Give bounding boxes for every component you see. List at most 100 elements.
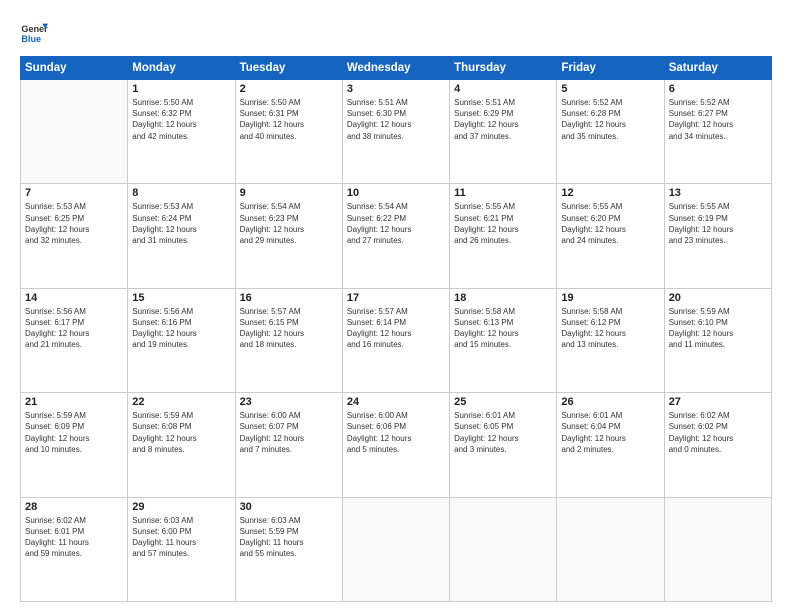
calendar-cell: 25Sunrise: 6:01 AM Sunset: 6:05 PM Dayli…	[450, 393, 557, 497]
day-number: 6	[669, 83, 767, 95]
day-number: 28	[25, 501, 123, 513]
calendar-cell: 10 Sunrise: 5:54 AM Sunset: 6:22 PM Dayli…	[342, 184, 449, 288]
calendar-cell: 3 Sunrise: 5:51 AM Sunset: 6:30 PM Daylig…	[342, 80, 449, 184]
day-info: Sunrise: 5:55 AM Sunset: 6:19 PM Dayligh…	[669, 201, 767, 246]
weekday-header-thursday: Thursday	[450, 57, 557, 80]
day-number: 3	[347, 83, 445, 95]
day-number: 26	[561, 396, 659, 408]
day-number: 2	[240, 83, 338, 95]
calendar-cell: 8Sunrise: 5:53 AM Sunset: 6:24 PM Daylig…	[128, 184, 235, 288]
day-info: Sunrise: 5:51 AM Sunset: 6:30 PM Dayligh…	[347, 97, 445, 142]
day-info: Sunrise: 5:52 AM Sunset: 6:28 PM Dayligh…	[561, 97, 659, 142]
day-number: 11	[454, 187, 552, 199]
day-number: 30	[240, 501, 338, 513]
day-info: Sunrise: 5:57 AM Sunset: 6:15 PM Dayligh…	[240, 306, 338, 351]
header: General Blue	[20, 18, 772, 46]
calendar-cell: 21 Sunrise: 5:59 AM Sunset: 6:09 PM Dayli…	[21, 393, 128, 497]
day-number: 22	[132, 396, 230, 408]
day-number: 4	[454, 83, 552, 95]
day-number: 21	[25, 396, 123, 408]
day-number: 7	[25, 187, 123, 199]
day-info: Sunrise: 5:56 AM Sunset: 6:17 PM Dayligh…	[25, 306, 123, 351]
day-number: 29	[132, 501, 230, 513]
day-info: Sunrise: 5:52 AM Sunset: 6:27 PM Dayligh…	[669, 97, 767, 142]
day-number: 20	[669, 292, 767, 304]
calendar-cell: 5 Sunrise: 5:52 AM Sunset: 6:28 PM Daylig…	[557, 80, 664, 184]
day-info: Sunrise: 5:50 AM Sunset: 6:31 PM Dayligh…	[240, 97, 338, 142]
day-number: 10	[347, 187, 445, 199]
day-number: 27	[669, 396, 767, 408]
calendar-cell: 30 Sunrise: 6:03 AM Sunset: 5:59 PM Dayli…	[235, 497, 342, 601]
day-number: 17	[347, 292, 445, 304]
calendar-week-5: 28 Sunrise: 6:02 AM Sunset: 6:01 PM Dayli…	[21, 497, 772, 601]
calendar-cell: 14 Sunrise: 5:56 AM Sunset: 6:17 PM Dayli…	[21, 288, 128, 392]
calendar-cell: 19Sunrise: 5:58 AM Sunset: 6:12 PM Dayli…	[557, 288, 664, 392]
weekday-header-tuesday: Tuesday	[235, 57, 342, 80]
day-info: Sunrise: 6:01 AM Sunset: 6:04 PM Dayligh…	[561, 410, 659, 455]
day-info: Sunrise: 5:55 AM Sunset: 6:21 PM Dayligh…	[454, 201, 552, 246]
calendar-cell: 1 Sunrise: 5:50 AM Sunset: 6:32 PM Daylig…	[128, 80, 235, 184]
calendar-cell: 6 Sunrise: 5:52 AM Sunset: 6:27 PM Daylig…	[664, 80, 771, 184]
day-info: Sunrise: 5:54 AM Sunset: 6:23 PM Dayligh…	[240, 201, 338, 246]
calendar-cell	[21, 80, 128, 184]
calendar-cell	[342, 497, 449, 601]
svg-text:Blue: Blue	[21, 34, 41, 44]
calendar-cell: 2 Sunrise: 5:50 AM Sunset: 6:31 PM Daylig…	[235, 80, 342, 184]
day-number: 19	[561, 292, 659, 304]
calendar-week-4: 21 Sunrise: 5:59 AM Sunset: 6:09 PM Dayli…	[21, 393, 772, 497]
calendar-week-3: 14 Sunrise: 5:56 AM Sunset: 6:17 PM Dayli…	[21, 288, 772, 392]
day-info: Sunrise: 5:55 AM Sunset: 6:20 PM Dayligh…	[561, 201, 659, 246]
calendar-header-row: SundayMondayTuesdayWednesdayThursdayFrid…	[21, 57, 772, 80]
calendar-cell: 13 Sunrise: 5:55 AM Sunset: 6:19 PM Dayli…	[664, 184, 771, 288]
day-info: Sunrise: 6:03 AM Sunset: 5:59 PM Dayligh…	[240, 515, 338, 560]
day-number: 18	[454, 292, 552, 304]
calendar-week-1: 1 Sunrise: 5:50 AM Sunset: 6:32 PM Daylig…	[21, 80, 772, 184]
calendar-cell: 18 Sunrise: 5:58 AM Sunset: 6:13 PM Dayli…	[450, 288, 557, 392]
calendar-cell: 26 Sunrise: 6:01 AM Sunset: 6:04 PM Dayli…	[557, 393, 664, 497]
page: General Blue SundayMondayTuesdayWednesda…	[0, 0, 792, 612]
day-number: 15	[132, 292, 230, 304]
day-info: Sunrise: 5:50 AM Sunset: 6:32 PM Dayligh…	[132, 97, 230, 142]
day-number: 25	[454, 396, 552, 408]
day-number: 16	[240, 292, 338, 304]
day-info: Sunrise: 5:59 AM Sunset: 6:09 PM Dayligh…	[25, 410, 123, 455]
calendar-cell: 12Sunrise: 5:55 AM Sunset: 6:20 PM Dayli…	[557, 184, 664, 288]
day-number: 23	[240, 396, 338, 408]
day-number: 13	[669, 187, 767, 199]
weekday-header-saturday: Saturday	[664, 57, 771, 80]
weekday-header-monday: Monday	[128, 57, 235, 80]
calendar-cell: 27 Sunrise: 6:02 AM Sunset: 6:02 PM Dayli…	[664, 393, 771, 497]
day-info: Sunrise: 5:53 AM Sunset: 6:24 PM Dayligh…	[132, 201, 230, 246]
calendar-cell: 23 Sunrise: 6:00 AM Sunset: 6:07 PM Dayli…	[235, 393, 342, 497]
calendar-cell	[450, 497, 557, 601]
logo-icon: General Blue	[20, 18, 48, 46]
day-info: Sunrise: 6:02 AM Sunset: 6:01 PM Dayligh…	[25, 515, 123, 560]
calendar-week-2: 7 Sunrise: 5:53 AM Sunset: 6:25 PM Daylig…	[21, 184, 772, 288]
day-info: Sunrise: 6:00 AM Sunset: 6:07 PM Dayligh…	[240, 410, 338, 455]
day-info: Sunrise: 5:53 AM Sunset: 6:25 PM Dayligh…	[25, 201, 123, 246]
day-number: 5	[561, 83, 659, 95]
day-info: Sunrise: 6:02 AM Sunset: 6:02 PM Dayligh…	[669, 410, 767, 455]
calendar-table: SundayMondayTuesdayWednesdayThursdayFrid…	[20, 56, 772, 602]
day-info: Sunrise: 5:59 AM Sunset: 6:08 PM Dayligh…	[132, 410, 230, 455]
day-info: Sunrise: 5:58 AM Sunset: 6:13 PM Dayligh…	[454, 306, 552, 351]
day-number: 14	[25, 292, 123, 304]
weekday-header-sunday: Sunday	[21, 57, 128, 80]
day-info: Sunrise: 5:54 AM Sunset: 6:22 PM Dayligh…	[347, 201, 445, 246]
calendar-cell: 11 Sunrise: 5:55 AM Sunset: 6:21 PM Dayli…	[450, 184, 557, 288]
calendar-cell: 29 Sunrise: 6:03 AM Sunset: 6:00 PM Dayli…	[128, 497, 235, 601]
day-info: Sunrise: 5:59 AM Sunset: 6:10 PM Dayligh…	[669, 306, 767, 351]
calendar-cell	[557, 497, 664, 601]
calendar-cell: 20 Sunrise: 5:59 AM Sunset: 6:10 PM Dayli…	[664, 288, 771, 392]
calendar-cell	[664, 497, 771, 601]
day-info: Sunrise: 5:56 AM Sunset: 6:16 PM Dayligh…	[132, 306, 230, 351]
calendar-cell: 7 Sunrise: 5:53 AM Sunset: 6:25 PM Daylig…	[21, 184, 128, 288]
day-info: Sunrise: 5:57 AM Sunset: 6:14 PM Dayligh…	[347, 306, 445, 351]
calendar-cell: 24Sunrise: 6:00 AM Sunset: 6:06 PM Dayli…	[342, 393, 449, 497]
day-info: Sunrise: 6:03 AM Sunset: 6:00 PM Dayligh…	[132, 515, 230, 560]
day-number: 9	[240, 187, 338, 199]
weekday-header-wednesday: Wednesday	[342, 57, 449, 80]
calendar-cell: 28 Sunrise: 6:02 AM Sunset: 6:01 PM Dayli…	[21, 497, 128, 601]
day-number: 1	[132, 83, 230, 95]
day-info: Sunrise: 5:51 AM Sunset: 6:29 PM Dayligh…	[454, 97, 552, 142]
